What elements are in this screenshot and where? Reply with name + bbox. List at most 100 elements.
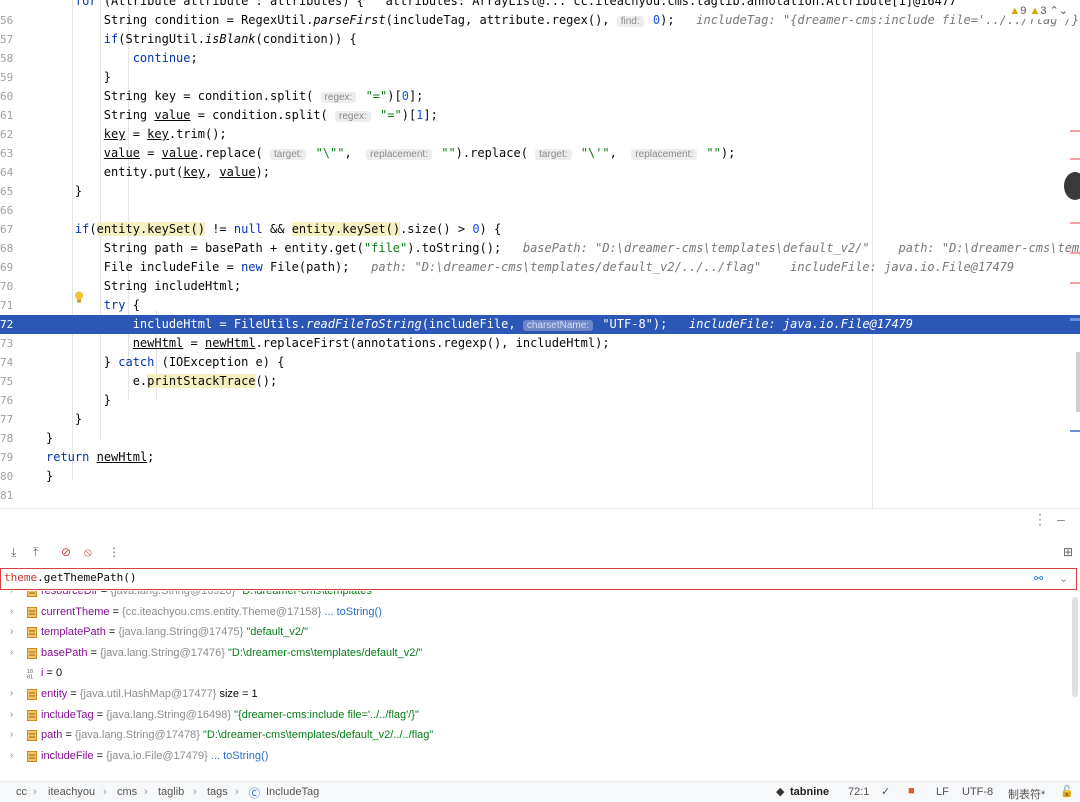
- line-number[interactable]: 76: [0, 391, 13, 410]
- breadcrumb-iteachyou[interactable]: iteachyou: [48, 786, 95, 798]
- line-number[interactable]: 63: [0, 144, 13, 163]
- line-number[interactable]: 64: [0, 163, 13, 182]
- code-line[interactable]: 81: [0, 486, 1080, 505]
- line-number[interactable]: 58: [0, 49, 13, 68]
- code-text[interactable]: newHtml = newHtml.replaceFirst(annotatio…: [46, 334, 610, 353]
- code-text[interactable]: try {: [46, 296, 140, 315]
- view-breakpoints-icon[interactable]: ⊘: [61, 545, 71, 559]
- line-number[interactable]: 80: [0, 467, 13, 486]
- expression-text[interactable]: theme.getThemePath(): [4, 571, 136, 584]
- breadcrumb-cc[interactable]: cc: [16, 786, 27, 798]
- variable-row[interactable]: › currentTheme = {cc.iteachyou.cms.entity…: [0, 602, 1080, 622]
- code-text[interactable]: }: [46, 410, 82, 429]
- code-line[interactable]: for (Attribute attribute : attributes) {…: [0, 0, 1080, 11]
- chevron-up-icon[interactable]: ⌃: [1050, 5, 1059, 17]
- caret-position[interactable]: 72:1: [848, 786, 869, 798]
- inspection-widget[interactable]: ▲9 ▲3 ⌃⌄: [1005, 2, 1072, 19]
- layout-icon[interactable]: ⊞: [1063, 545, 1073, 559]
- line-number[interactable]: 65: [0, 182, 13, 201]
- code-line[interactable]: 62 key = key.trim();: [0, 125, 1080, 144]
- code-line[interactable]: 80}: [0, 467, 1080, 486]
- chevron-right-icon[interactable]: ›: [10, 746, 13, 766]
- chevron-right-icon[interactable]: ›: [10, 602, 13, 622]
- file-encoding[interactable]: UTF-8: [962, 786, 993, 798]
- code-line[interactable]: 75 e.printStackTrace();: [0, 372, 1080, 391]
- code-line[interactable]: 71 try {: [0, 296, 1080, 315]
- minimize-icon[interactable]: –: [1057, 511, 1065, 527]
- breadcrumb-taglib[interactable]: taglib: [158, 786, 184, 798]
- chevron-right-icon[interactable]: ›: [10, 622, 13, 642]
- code-line-current[interactable]: 72 includeHtml = FileUtils.readFileToStr…: [0, 315, 1080, 334]
- code-text[interactable]: for (Attribute attribute : attributes) {…: [46, 0, 956, 11]
- code-line[interactable]: 66: [0, 201, 1080, 220]
- code-line[interactable]: 74 } catch (IOException e) {: [0, 353, 1080, 372]
- variable-row[interactable]: › resourceDir = {java.lang.String@16920} …: [0, 591, 1080, 601]
- code-text[interactable]: }: [46, 429, 53, 448]
- code-line[interactable]: 65 }: [0, 182, 1080, 201]
- code-line[interactable]: 77 }: [0, 410, 1080, 429]
- code-text[interactable]: if(entity.keySet() != null && entity.key…: [46, 220, 501, 239]
- code-line[interactable]: 76 }: [0, 391, 1080, 410]
- code-line[interactable]: 61 String value = condition.split( regex…: [0, 106, 1080, 125]
- line-number[interactable]: 78: [0, 429, 13, 448]
- code-text[interactable]: e.printStackTrace();: [46, 372, 277, 391]
- evaluate-expression-field[interactable]: theme.getThemePath() ⚯ ⌄: [0, 568, 1077, 590]
- code-line[interactable]: 78}: [0, 429, 1080, 448]
- checkmark-icon[interactable]: ✓: [881, 785, 890, 798]
- chevron-right-icon[interactable]: ›: [10, 684, 13, 704]
- line-number[interactable]: 70: [0, 277, 13, 296]
- error-marker[interactable]: [1070, 130, 1080, 132]
- variable-row[interactable]: › basePath = {java.lang.String@17476} "D:…: [0, 643, 1080, 663]
- code-text[interactable]: }: [46, 391, 111, 410]
- line-number[interactable]: 69: [0, 258, 13, 277]
- line-number[interactable]: 73: [0, 334, 13, 353]
- breadcrumb-includetag[interactable]: IncludeTag: [266, 786, 319, 798]
- tabnine-plugin[interactable]: tabnine: [790, 786, 829, 798]
- line-number[interactable]: 81: [0, 486, 13, 505]
- variable-row[interactable]: 10 01 i = 0: [0, 663, 1080, 683]
- line-number[interactable]: 57: [0, 30, 13, 49]
- code-editor[interactable]: for (Attribute attribute : attributes) {…: [0, 0, 1080, 508]
- breadcrumb-cms[interactable]: cms: [117, 786, 137, 798]
- code-text[interactable]: continue;: [46, 49, 198, 68]
- step-into-icon[interactable]: ⤓: [11, 545, 16, 560]
- error-marker[interactable]: [1070, 252, 1080, 254]
- code-text[interactable]: String path = basePath + entity.get("fil…: [46, 239, 1080, 258]
- line-number[interactable]: 62: [0, 125, 13, 144]
- variable-value[interactable]: ... toString(): [211, 750, 268, 762]
- variable-row[interactable]: › templatePath = {java.lang.String@17475}…: [0, 622, 1080, 642]
- code-line[interactable]: 59 }: [0, 68, 1080, 87]
- code-line[interactable]: 70 String includeHtml;: [0, 277, 1080, 296]
- code-line[interactable]: 58 continue;: [0, 49, 1080, 68]
- line-separator[interactable]: LF: [936, 786, 949, 798]
- code-line[interactable]: 57 if(StringUtil.isBlank(condition)) {: [0, 30, 1080, 49]
- error-marker[interactable]: [1070, 222, 1080, 224]
- code-line[interactable]: 79 return newHtml;: [0, 448, 1080, 467]
- line-number[interactable]: 77: [0, 410, 13, 429]
- scrollbar-thumb[interactable]: [1076, 352, 1080, 412]
- code-text[interactable]: }: [46, 467, 53, 486]
- error-marker[interactable]: [1070, 282, 1080, 284]
- breadcrumb-tags[interactable]: tags: [207, 786, 228, 798]
- line-number[interactable]: 67: [0, 220, 13, 239]
- line-number[interactable]: 59: [0, 68, 13, 87]
- line-number[interactable]: 79: [0, 448, 13, 467]
- assistant-avatar[interactable]: [1064, 172, 1080, 200]
- code-line[interactable]: 60 String key = condition.split( regex: …: [0, 87, 1080, 106]
- line-number[interactable]: 74: [0, 353, 13, 372]
- line-number[interactable]: 71: [0, 296, 13, 315]
- variables-scrollbar[interactable]: [1072, 597, 1078, 697]
- line-number[interactable]: 66: [0, 201, 13, 220]
- editor-scrollbar-markers[interactable]: [1070, 0, 1080, 508]
- lock-icon[interactable]: 🔓: [1060, 785, 1074, 798]
- line-number[interactable]: 60: [0, 87, 13, 106]
- line-number[interactable]: 56: [0, 11, 13, 30]
- chevron-right-icon[interactable]: ›: [10, 591, 13, 601]
- add-watch-icon[interactable]: ⚯: [1034, 572, 1043, 585]
- lightbulb-icon[interactable]: [74, 291, 84, 303]
- code-line[interactable]: 69 File includeFile = new File(path); pa…: [0, 258, 1080, 277]
- variables-list[interactable]: › resourceDir = {java.lang.String@16920} …: [0, 591, 1080, 782]
- variable-value[interactable]: ... toString(): [324, 606, 381, 618]
- code-line[interactable]: 63 value = value.replace( target: "\"", …: [0, 144, 1080, 163]
- indent-setting[interactable]: 制表符*: [1008, 786, 1045, 802]
